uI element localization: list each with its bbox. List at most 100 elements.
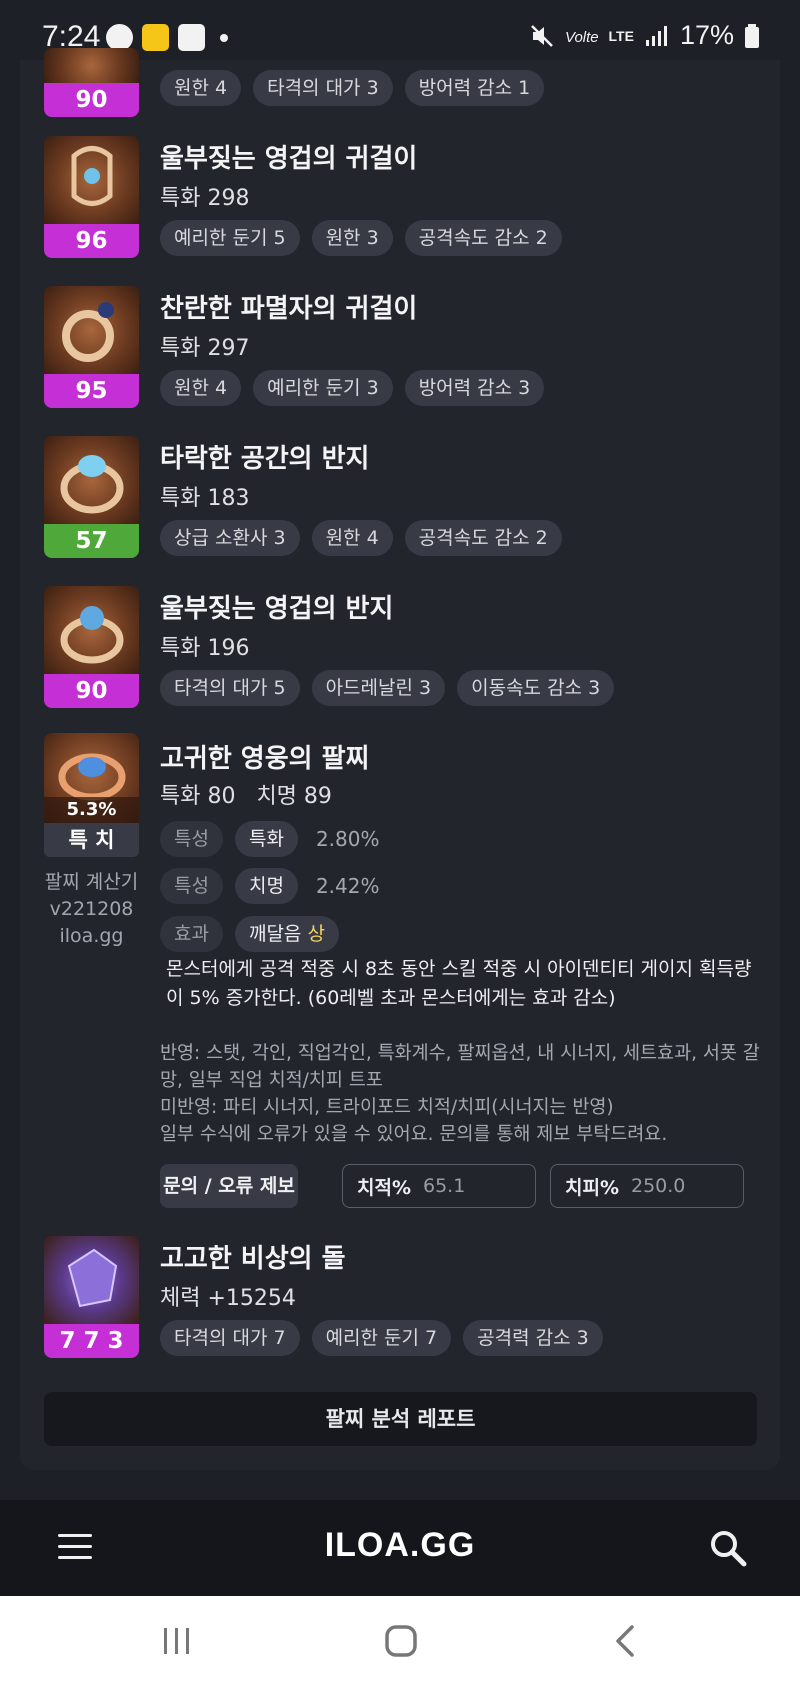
engraving-tag: 타격의 대가 7: [160, 1320, 300, 1356]
item-thumbnail: 7 7 3: [44, 1236, 139, 1358]
engraving-tag: 방어력 감소 1: [404, 70, 545, 106]
item-title: 찬란한 파멸자의 귀걸이: [160, 294, 418, 324]
calc-line: v221208: [49, 898, 134, 920]
calc-line: 팔찌 계산기: [44, 871, 139, 893]
battery-percent: 17%: [679, 20, 734, 50]
bracelet-title: 고귀한 영웅의 팔찌: [160, 744, 370, 774]
svg-text:Volte: Volte: [565, 29, 599, 46]
option-name: 치명: [234, 868, 298, 904]
engraving-tag: 타격의 대가 5: [160, 670, 300, 706]
bracelet-option-row: 특성 특화 2.80%: [160, 821, 379, 857]
crit-rate-value[interactable]: 65.1: [423, 1175, 465, 1197]
signal-icon: [645, 25, 667, 46]
effect-kind: 효과: [160, 916, 223, 952]
effect-grade: 상: [307, 923, 325, 945]
ring-icon: [60, 606, 124, 664]
item-level: 90: [44, 674, 139, 708]
crit-damage-value[interactable]: 250.0: [631, 1175, 685, 1197]
item-title: 고고한 비상의 돌: [160, 1244, 346, 1274]
stone-level: 7 7 3: [44, 1324, 139, 1358]
earring-icon: [62, 302, 114, 362]
engraving-tag: 타격의 대가 3: [253, 70, 393, 106]
item-level: 95: [44, 374, 139, 408]
crit-damage-label: 치피%: [565, 1176, 619, 1199]
item-level: 96: [44, 224, 139, 258]
crit-damage-field[interactable]: 치피% 250.0: [550, 1164, 744, 1208]
item-stat: 특화 183: [160, 486, 250, 511]
item-title: 울부짖는 영겁의 귀걸이: [160, 144, 418, 174]
item-thumbnail: 95: [44, 286, 139, 408]
note-line: 일부 수식에 오류가 있을 수 있어요. 문의를 통해 제보 부탁드려요.: [160, 1124, 668, 1145]
engraving-tag: 상급 소환사 3: [160, 520, 300, 556]
network-type-label: LTE: [608, 27, 634, 44]
item-tags: 상급 소환사 3 원한 4 공격속도 감소 2: [160, 520, 562, 556]
back-icon[interactable]: [612, 1624, 642, 1658]
bracelet-percent: 5.3%: [44, 797, 139, 823]
item-thumbnail: 57: [44, 436, 139, 558]
calc-notes: 반영: 스탯, 각인, 직업각인, 특화계수, 팔찌옵션, 내 시너지, 세트효…: [160, 1040, 760, 1148]
note-line: 미반영: 파티 시너지, 트라이포드 치적/치피(시너지는 반영): [160, 1097, 614, 1118]
bracelet-thumbnail: 5.3%: [44, 733, 139, 823]
option-value: 2.80%: [315, 827, 380, 851]
status-right: Volte LTE 17%: [529, 20, 760, 51]
engraving-tag: 예리한 둔기 7: [311, 1320, 452, 1356]
battery-icon: [745, 23, 759, 48]
bracelet-calculator-label: 팔찌 계산기 v221208 iloa.gg: [44, 869, 139, 950]
effect-name-text: 깨달음: [248, 923, 302, 945]
effect-name: 깨달음 상: [234, 916, 339, 952]
item-title: 타락한 공간의 반지: [160, 444, 370, 474]
effect-description: 몬스터에게 공격 적중 시 8초 동안 스킬 적중 시 아이덴티티 게이지 획득…: [166, 958, 752, 1009]
volte-icon: Volte: [565, 29, 599, 46]
calc-line: iloa.gg: [59, 925, 124, 947]
option-name: 특화: [234, 821, 298, 857]
bottom-app-bar: ILOA.GG: [0, 1500, 800, 1596]
engraving-tag: 아드레날린 3: [311, 670, 446, 706]
engraving-tag: 원한 3: [311, 220, 393, 256]
option-kind: 특성: [160, 821, 223, 857]
notification-dot-icon: [220, 34, 228, 42]
engraving-tag: 예리한 둔기 3: [253, 370, 393, 406]
option-value: 2.42%: [315, 874, 380, 898]
engraving-tag: 원한 4: [160, 70, 242, 106]
item-thumbnail: 90: [44, 586, 139, 708]
item-tags: 원한 4 예리한 둔기 3 방어력 감소 3: [160, 370, 545, 406]
bracelet-analysis-report-button[interactable]: 팔찌 분석 레포트: [44, 1392, 757, 1446]
search-icon[interactable]: [708, 1528, 748, 1568]
item-tags: 원한 4 타격의 대가 3 방어력 감소 1: [160, 70, 545, 106]
item-stat: 특화 298: [160, 186, 250, 211]
item-level: 57: [44, 524, 139, 558]
engraving-tag: 공격속도 감소 2: [404, 520, 562, 556]
engraving-tag: 방어력 감소 3: [404, 370, 545, 406]
bracelet-stat-short: 특 치: [44, 823, 139, 857]
item-thumbnail: 90: [44, 48, 139, 117]
item-tags: 예리한 둔기 5 원한 3 공격속도 감소 2: [160, 220, 562, 256]
crit-rate-field[interactable]: 치적% 65.1: [342, 1164, 536, 1208]
system-navigation-bar: [0, 1596, 800, 1689]
item-title: 울부짖는 영겁의 반지: [160, 594, 394, 624]
ring-icon: [60, 455, 124, 514]
webtoon-app-icon: [178, 24, 205, 51]
note-line: 반영: 스탯, 각인, 직업각인, 특화계수, 팔찌옵션, 내 시너지, 세트효…: [160, 1043, 760, 1091]
bank-app-icon: [142, 24, 169, 51]
bracelet-option-row: 특성 치명 2.42%: [160, 868, 379, 904]
engraving-tag: 예리한 둔기 5: [160, 220, 300, 256]
mute-icon: [530, 24, 553, 47]
bracelet-stat: 특화 80 치명 89: [160, 784, 332, 809]
bracelet-effect-row: 효과 깨달음 상: [160, 916, 339, 952]
engraving-tag: 공격력 감소 3: [463, 1320, 603, 1356]
item-stat: 체력 +15254: [160, 1286, 296, 1311]
recent-apps-icon[interactable]: [160, 1626, 194, 1656]
crit-rate-label: 치적%: [357, 1176, 411, 1199]
report-error-button[interactable]: 문의 / 오류 제보: [160, 1164, 298, 1208]
stone-icon: [67, 1248, 118, 1308]
option-kind: 특성: [160, 868, 223, 904]
item-tags: 타격의 대가 7 예리한 둔기 7 공격력 감소 3: [160, 1320, 603, 1356]
engraving-tag: 원한 4: [160, 370, 242, 406]
chat-app-icon: [106, 24, 133, 51]
item-level: 90: [44, 83, 139, 117]
bracelet-summary: 5.3% 특 치 팔찌 계산기 v221208 iloa.gg: [44, 733, 139, 950]
site-logo[interactable]: ILOA.GG: [0, 1526, 800, 1565]
engraving-tag: 공격속도 감소 2: [404, 220, 562, 256]
earring-icon: [71, 146, 113, 206]
home-icon[interactable]: [384, 1624, 418, 1658]
